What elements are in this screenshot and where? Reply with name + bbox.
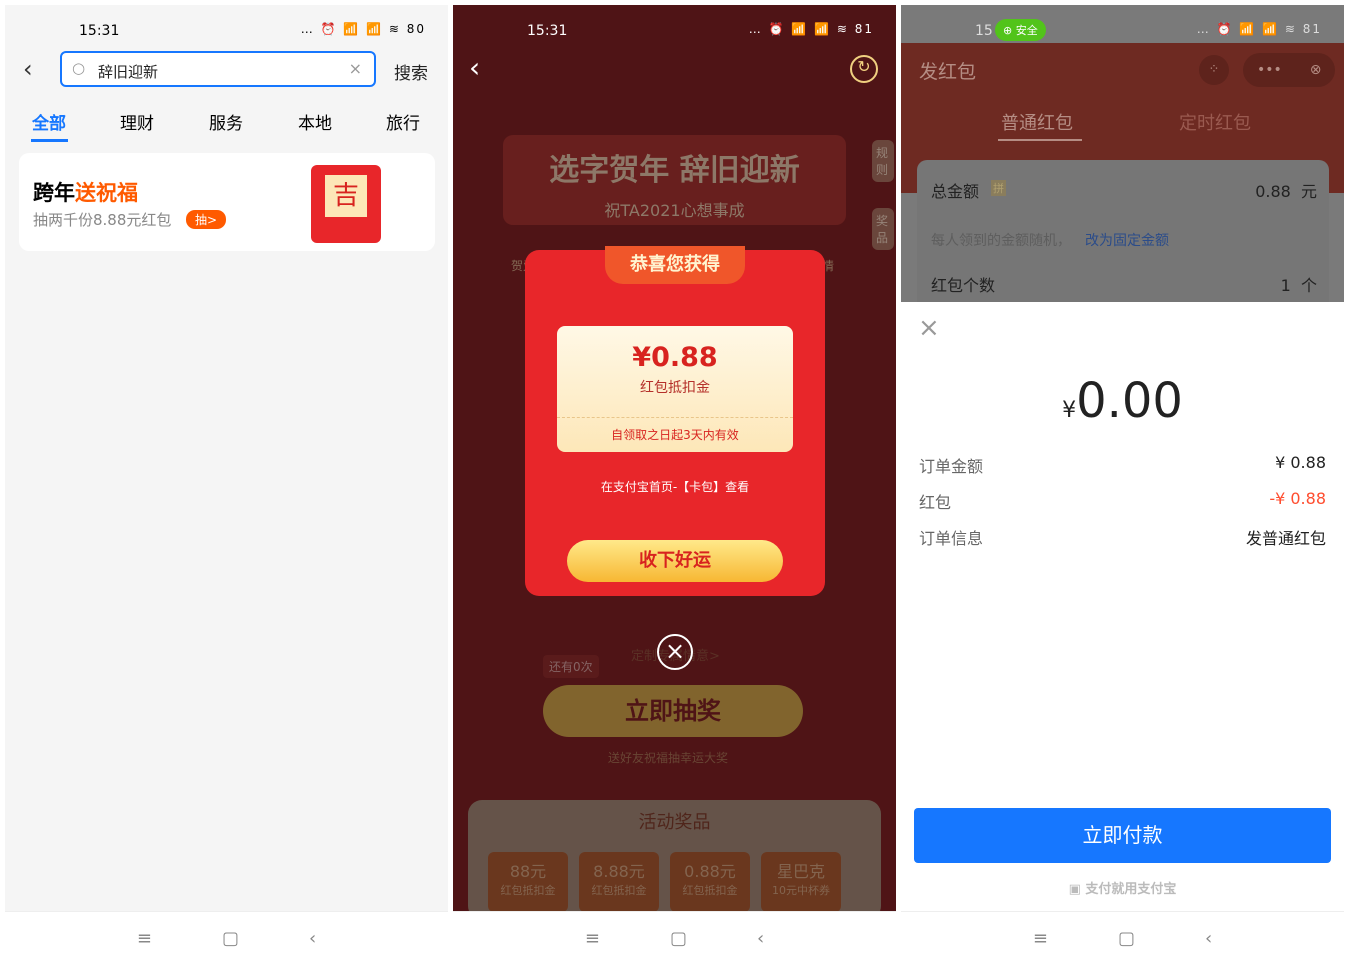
clear-icon[interactable]: ×: [349, 59, 362, 78]
search-screen: 15:31 … ⏰ 📶 📶 ≋ 80 ‹ ○ 辞旧迎新 × 搜索 全部 理财 服务…: [5, 5, 448, 965]
system-nav-bar: ≡ ▢ ‹: [5, 911, 448, 965]
alipay-logo-icon: ▣: [1068, 882, 1081, 897]
total-amount-input[interactable]: 0.88 元: [1255, 178, 1317, 202]
promo-title: 跨年送祝福: [33, 177, 138, 207]
menu-icon[interactable]: ≡: [137, 928, 152, 949]
order-info-row: 订单信息 发普通红包: [919, 529, 1326, 548]
total-label: 总金额: [931, 182, 980, 201]
search-icon: ○: [72, 59, 86, 77]
system-nav-bar: ≡ ▢ ‹: [901, 911, 1344, 965]
status-icons: … ⏰ 📶 📶 ≋ 80: [300, 22, 426, 36]
accept-button[interactable]: 收下好运: [567, 540, 783, 582]
status-bar: 15:31 … ⏰ 📶 📶 ≋ 80: [5, 5, 448, 53]
back-nav-icon[interactable]: ‹: [309, 928, 316, 949]
dimmed-background: 15 … ⏰ 📶 📶 ≋ 81 ⊕ 安全 发红包 ⁘ ••• ⊗ 普通红包 定时红包…: [901, 5, 1344, 302]
coupon-amount: ¥0.88: [632, 342, 718, 373]
clock: 15:31: [527, 23, 568, 39]
home-icon[interactable]: ▢: [222, 928, 239, 949]
count-input[interactable]: 1 个: [1281, 272, 1317, 296]
order-amount-row: 订单金额 ¥ 0.88: [919, 453, 1326, 476]
coupon-validity: 自领取之日起3天内有效: [557, 417, 793, 443]
form-card: 总金额 拼 0.88 元 每人领到的金额随机， 改为固定金额 红包个数 1 个: [917, 160, 1329, 302]
promo-card[interactable]: 跨年送祝福 抽两千份8.88元红包 抽> 吉: [19, 153, 435, 251]
back-nav-icon[interactable]: ‹: [1205, 928, 1212, 949]
coupon-card: ¥0.88 红包抵扣金 自领取之日起3天内有效: [557, 326, 793, 452]
page-title: 发红包: [919, 61, 977, 83]
pay-amount: ¥0.00: [1062, 373, 1183, 429]
tab-indicator: [998, 139, 1082, 141]
pin-badge: 拼: [991, 180, 1006, 196]
more-icon[interactable]: •••: [1257, 62, 1282, 78]
random-hint: 每人领到的金额随机，: [931, 233, 1071, 249]
tab-services[interactable]: 服务: [209, 109, 243, 134]
capsule-menu[interactable]: ••• ⊗: [1243, 53, 1335, 87]
search-input[interactable]: ○ 辞旧迎新 ×: [60, 51, 376, 87]
alipay-footer: ▣ 支付就用支付宝: [1068, 882, 1177, 897]
back-icon[interactable]: ‹: [23, 55, 33, 83]
close-icon[interactable]: ⊗: [1310, 62, 1322, 78]
coupon-label: 红包抵扣金: [640, 380, 710, 396]
reward-modal: 恭喜您获得 ¥0.88 红包抵扣金 自领取之日起3天内有效 在支付宝首页-【卡包…: [525, 246, 825, 596]
red-packet-row: 红包 -¥ 0.88: [919, 489, 1326, 512]
home-icon[interactable]: ▢: [1118, 928, 1135, 949]
tab-timed-packet[interactable]: 定时红包: [1179, 109, 1251, 135]
status-bar: 15 … ⏰ 📶 📶 ≋ 81: [901, 5, 1344, 53]
draw-badge[interactable]: 抽>: [186, 210, 227, 229]
pay-now-button[interactable]: 立即付款: [914, 808, 1331, 863]
promo-title-b: 送祝福: [75, 181, 138, 205]
red-envelope-image: 吉: [311, 165, 381, 243]
tab-travel[interactable]: 旅行: [386, 109, 420, 134]
tab-finance[interactable]: 理财: [120, 109, 154, 134]
status-icons: … ⏰ 📶 📶 ≋ 81: [1196, 22, 1322, 36]
status-icons: … ⏰ 📶 📶 ≋ 81: [748, 22, 874, 36]
modal-hint: 在支付宝首页-【卡包】查看: [600, 480, 750, 494]
lucky-char: 吉: [325, 175, 367, 217]
menu-icon[interactable]: ≡: [585, 928, 600, 949]
close-sheet-icon[interactable]: ×: [918, 313, 940, 343]
modal-header: 恭喜您获得: [605, 246, 745, 284]
menu-icon[interactable]: ≡: [1033, 928, 1048, 949]
activity-screen: 选字贺年 辞旧迎新 祝TA2021心想事成 规则 奖品 贺爱情 贺爱情 立即抽奖…: [453, 5, 896, 965]
payment-screen: 15 … ⏰ 📶 📶 ≋ 81 ⊕ 安全 发红包 ⁘ ••• ⊗ 普通红包 定时红包…: [901, 5, 1344, 965]
promo-subtitle: 抽两千份8.88元红包: [33, 211, 172, 229]
home-icon[interactable]: ▢: [670, 928, 687, 949]
mini-app-icon[interactable]: ⁘: [1199, 55, 1229, 85]
system-nav-bar: ≡ ▢ ‹: [453, 911, 896, 965]
status-bar: 15:31 … ⏰ 📶 📶 ≋ 81: [453, 5, 896, 53]
fixed-amount-link[interactable]: 改为固定金额: [1085, 230, 1169, 250]
tab-indicator: [31, 139, 68, 142]
search-button[interactable]: 搜索: [394, 59, 428, 84]
back-nav-icon[interactable]: ‹: [757, 928, 764, 949]
promo-title-a: 跨年: [33, 181, 75, 205]
safe-badge: ⊕ 安全: [995, 19, 1046, 41]
tab-all[interactable]: 全部: [32, 109, 66, 134]
clock: 15:31: [79, 23, 120, 39]
clock: 15: [975, 23, 993, 39]
tab-local[interactable]: 本地: [298, 109, 332, 134]
search-value: 辞旧迎新: [98, 63, 159, 81]
count-label: 红包个数: [931, 276, 996, 295]
close-modal-icon[interactable]: ×: [657, 634, 693, 670]
refresh-icon[interactable]: ↻: [850, 55, 878, 83]
back-icon[interactable]: ‹: [469, 51, 480, 84]
tab-normal-packet[interactable]: 普通红包: [1001, 109, 1073, 135]
